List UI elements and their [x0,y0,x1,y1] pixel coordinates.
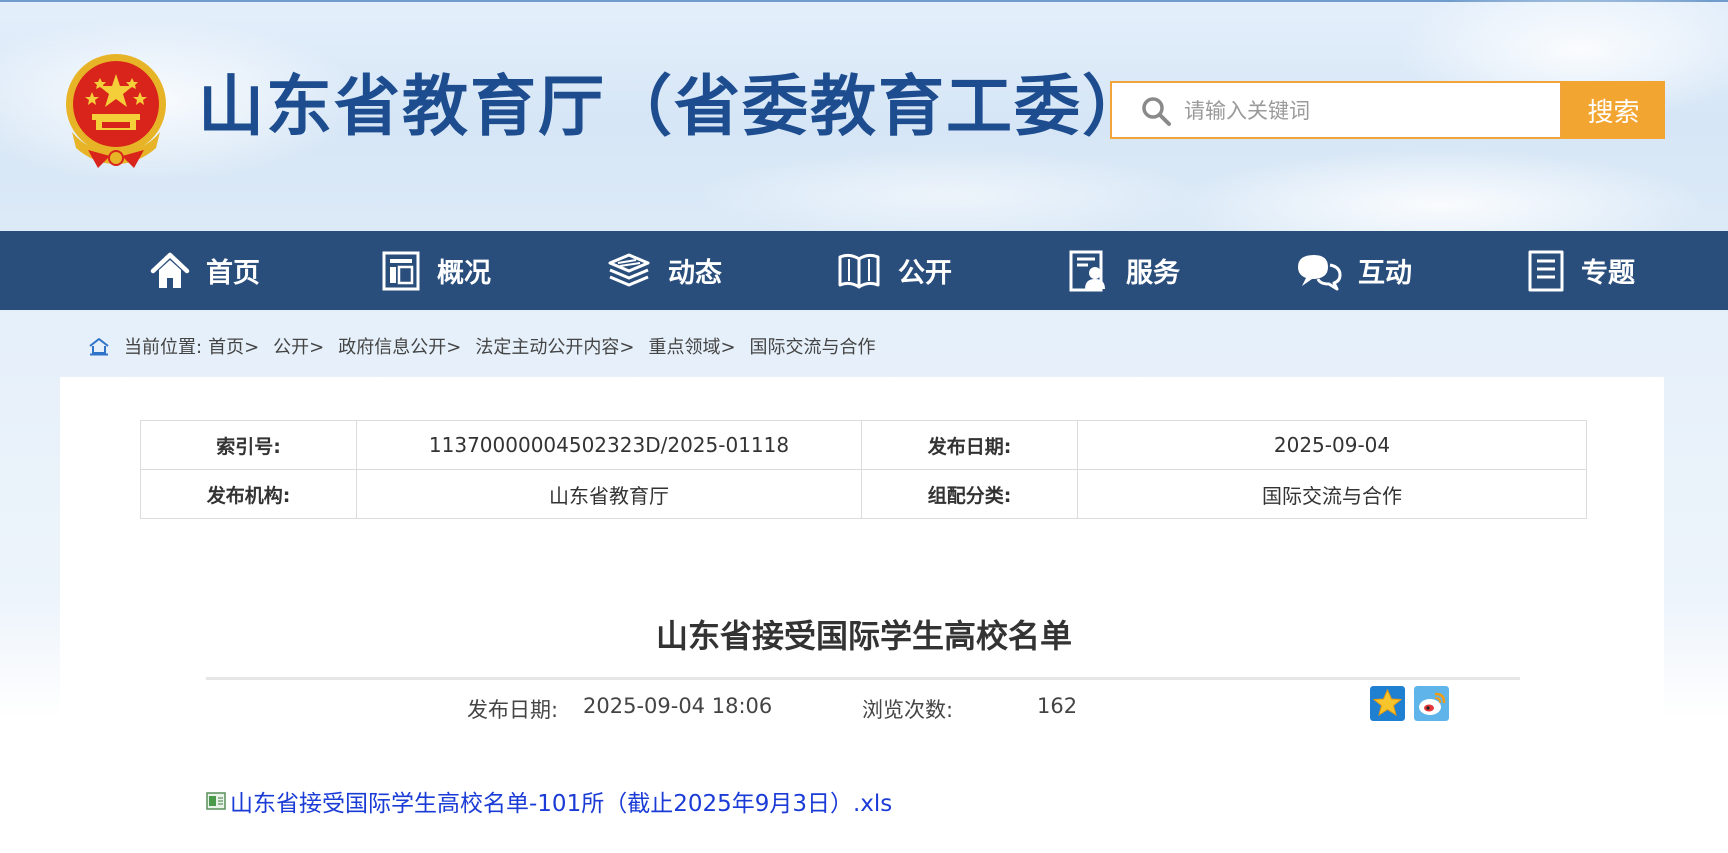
breadcrumb: 当前位置: 首页> 公开> 政府信息公开> 法定主动公开内容> 重点领域> 国际… [88,332,876,360]
search-button[interactable]: 搜索 [1562,81,1665,139]
nav-item-topics[interactable]: 专题 [1527,231,1635,310]
chat-icon [1298,254,1342,290]
publisher-value: 山东省教育厅 [356,469,862,519]
cloud-decoration [700,150,1200,240]
nav-label: 专题 [1581,258,1635,289]
nav-item-service[interactable]: 服务 [1068,231,1180,310]
metadata-table: 索引号: 11370000004502323D/2025-01118 发布日期:… [140,420,1587,519]
home-icon [150,252,190,288]
article-publish-datetime: 2025-09-04 18:06 [583,694,773,718]
main-nav: 首页 概况 动态 公开 服务 互动 专题 [0,231,1728,310]
breadcrumb-item[interactable]: 国际交流与合作 [750,333,876,359]
article-title: 山东省接受国际学生高校名单 [655,617,1072,655]
breadcrumb-item[interactable]: 公开> [273,333,324,359]
nav-label: 概况 [437,258,491,289]
nav-item-interaction[interactable]: 互动 [1294,231,1412,310]
layers-icon [608,253,650,286]
nav-label: 动态 [668,258,722,289]
views-count: 162 [1037,694,1078,718]
title-divider [206,677,1520,680]
nav-label: 服务 [1126,258,1180,289]
breadcrumb-item[interactable]: 重点领域> [648,333,735,359]
article-publish-label: 发布日期: [467,698,559,722]
category-value: 国际交流与合作 [1077,469,1587,519]
breadcrumb-item[interactable]: 法定主动公开内容> [475,333,634,359]
national-emblem-icon [66,54,166,168]
nav-item-overview[interactable]: 概况 [381,231,491,310]
nav-label: 公开 [898,258,952,289]
book-icon [838,253,880,288]
attachment-link[interactable]: 山东省接受国际学生高校名单-101所（截止2025年9月3日）.xls [230,784,892,818]
views-label: 浏览次数: [862,698,954,722]
breadcrumb-item[interactable]: 政府信息公开> [338,333,461,359]
nav-item-public[interactable]: 公开 [836,231,952,310]
publish-date-value: 2025-09-04 [1077,420,1587,470]
weibo-share-icon[interactable] [1414,686,1449,721]
nav-item-home[interactable]: 首页 [150,231,260,310]
publish-date-label: 发布日期: [861,420,1078,470]
attachment: 山东省接受国际学生高校名单-101所（截止2025年9月3日）.xls [206,784,892,818]
nav-label: 首页 [206,258,260,289]
service-icon [1069,250,1105,291]
search-input[interactable] [1182,85,1556,137]
category-label: 组配分类: [861,469,1078,519]
index-value: 11370000004502323D/2025-01118 [356,420,862,470]
index-label: 索引号: [140,420,357,470]
page: 山东省教育厅（省委教育工委） 搜索 首页 概况 [0,0,1728,853]
favorite-star-icon[interactable] [1370,686,1405,721]
breadcrumb-item[interactable]: 首页> [208,333,259,359]
building-icon [382,251,420,290]
search-icon [1142,97,1171,126]
nav-label: 互动 [1358,258,1412,289]
site-title: 山东省教育厅（省委教育工委） [198,68,1150,145]
table-row: 索引号: 11370000004502323D/2025-01118 发布日期:… [140,420,1587,470]
home-icon [89,338,109,356]
publisher-label: 发布机构: [140,469,357,519]
nav-item-news[interactable]: 动态 [606,231,722,310]
table-row: 发布机构: 山东省教育厅 组配分类: 国际交流与合作 [140,469,1587,519]
excel-file-icon [206,792,226,810]
breadcrumb-prefix: 当前位置: [124,337,203,358]
document-icon [1528,250,1564,291]
